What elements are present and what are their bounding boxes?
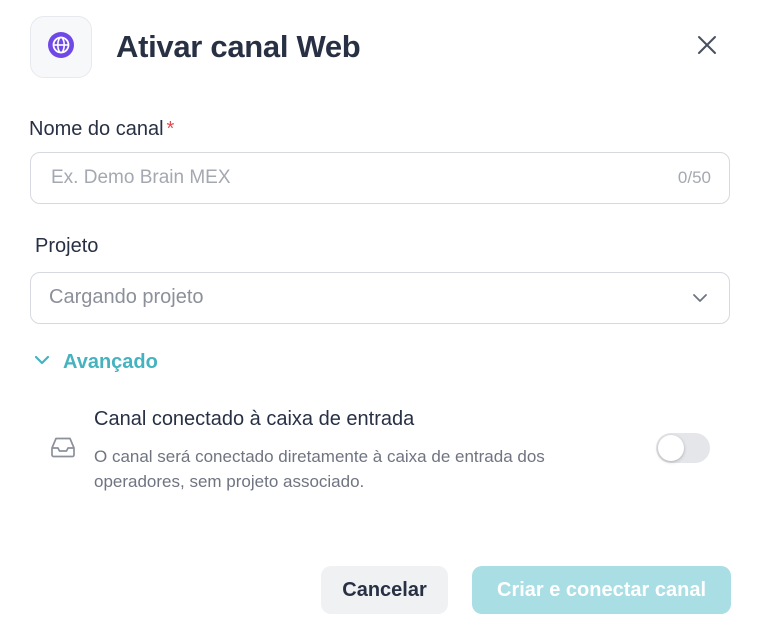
close-button[interactable] — [694, 34, 720, 60]
dialog-title: Ativar canal Web — [116, 29, 361, 64]
advanced-label: Avançado — [63, 351, 158, 373]
channel-name-input[interactable] — [51, 153, 631, 203]
project-select[interactable]: Cargando projeto — [30, 272, 730, 324]
channel-name-label-text: Nome do canal — [29, 118, 164, 140]
globe-icon — [47, 31, 75, 64]
advanced-toggle[interactable]: Avançado — [33, 351, 158, 374]
channel-name-field: 0/50 — [30, 152, 730, 204]
character-counter: 0/50 — [677, 168, 711, 187]
inbox-option-description: O canal será conectado diretamente à cai… — [94, 447, 545, 491]
chevron-down-icon — [691, 289, 709, 312]
channel-icon-tile — [30, 16, 92, 78]
cancel-button[interactable]: Cancelar — [321, 566, 448, 614]
chevron-down-icon — [33, 351, 51, 374]
inbox-connection-toggle[interactable] — [656, 433, 710, 463]
inbox-option-title: Canal conectado à caixa de entrada — [94, 408, 415, 430]
project-select-value: Cargando projeto — [49, 286, 204, 308]
project-label: Projeto — [35, 235, 99, 257]
toggle-knob — [658, 435, 684, 461]
create-connect-channel-button[interactable]: Criar e conectar canal — [472, 566, 731, 614]
required-marker: * — [166, 118, 175, 140]
dialog-header: Ativar canal Web — [30, 16, 734, 78]
channel-name-label: Nome do canal * — [29, 118, 174, 141]
inbox-icon — [50, 436, 76, 463]
close-icon — [697, 35, 717, 60]
